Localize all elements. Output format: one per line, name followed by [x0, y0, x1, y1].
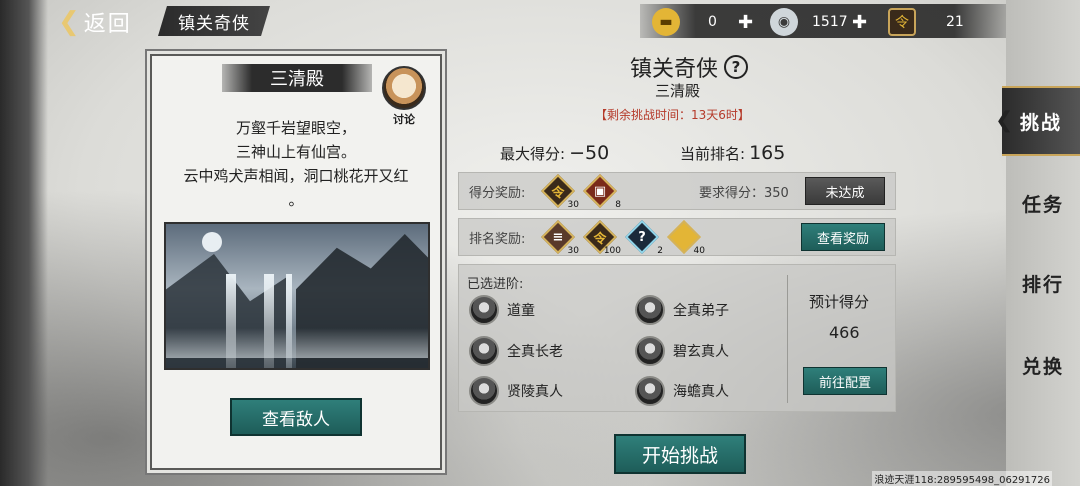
token-icon[interactable]: 令 30	[541, 174, 579, 210]
divider	[787, 275, 788, 403]
not-achieved-button[interactable]: 未达成	[805, 177, 885, 205]
tab-ranking[interactable]: 排行	[1006, 248, 1080, 318]
item-count: 8	[615, 200, 621, 210]
watermark: 浪迹天涯118:289595498_06291726	[872, 471, 1052, 486]
hero-portrait-icon	[635, 376, 665, 406]
silver-value: 1517	[812, 14, 848, 30]
mode-title: 镇关奇侠	[158, 6, 270, 36]
chevron-left-icon: ❮	[995, 108, 1014, 133]
hero-portrait-icon	[469, 376, 499, 406]
rank-reward-label: 排名奖励:	[469, 231, 526, 247]
item-count: 100	[603, 246, 621, 256]
left-edge-shadow	[0, 0, 48, 486]
tab-tasks[interactable]: 任务	[1006, 168, 1080, 238]
team-label: 已选进阶:	[467, 277, 524, 292]
start-challenge-button[interactable]: 开始挑战	[614, 434, 746, 474]
help-icon[interactable]: ?	[724, 55, 749, 79]
hero-name: 全真长老	[507, 344, 563, 360]
rank-value: 165	[749, 142, 786, 164]
hero-portrait-icon	[635, 295, 665, 325]
stage-scene-image	[164, 222, 430, 370]
poem-line: 三神山上有仙宫。	[235, 143, 356, 161]
event-title: 镇关奇侠	[630, 57, 719, 82]
resource-token: 令 21	[888, 8, 964, 36]
token-icon[interactable]: 令 100	[583, 220, 621, 256]
back-label: 返回	[83, 12, 132, 37]
score-reward-row: 得分奖励: 令 30 ▣ 8 要求得分：350 未达成	[458, 172, 896, 210]
hero-name: 海蟾真人	[673, 384, 729, 400]
stage-poem: 万壑千岩望眼空， 三神山上有仙宫。 云中鸡犬声相闻，洞口桃花开又红 。	[152, 116, 440, 212]
item-count: 2	[657, 246, 663, 256]
hero-item[interactable]: 道童	[469, 295, 535, 325]
rank-label: 当前排名:	[680, 145, 746, 163]
hero-portrait-icon	[469, 295, 499, 325]
hero-item[interactable]: 全真长老	[469, 336, 563, 366]
item-count: 40	[693, 246, 705, 256]
resource-gold: ▬ 0 ✚	[652, 8, 753, 36]
scroll-icon[interactable]: ≡ 30	[541, 220, 579, 256]
add-silver-icon[interactable]: ✚	[852, 12, 867, 33]
current-rank: 当前排名: 165	[680, 142, 785, 164]
item-count: 30	[567, 200, 579, 210]
hero-portrait-icon	[469, 336, 499, 366]
stage-title: 三清殿	[222, 64, 372, 92]
item-count: 30	[567, 246, 579, 256]
hero-item[interactable]: 海蟾真人	[635, 376, 729, 406]
tab-challenge[interactable]: 挑战	[1002, 86, 1080, 156]
gold-ingot-icon: ▬	[652, 8, 680, 36]
hero-name: 碧玄真人	[673, 344, 729, 360]
token-value: 21	[946, 14, 964, 30]
cat-avatar-icon	[382, 66, 426, 110]
hero-item[interactable]: 碧玄真人	[635, 336, 729, 366]
view-enemy-button[interactable]: 查看敌人	[230, 398, 362, 436]
go-config-button[interactable]: 前往配置	[803, 367, 887, 395]
moon-shape	[202, 232, 222, 252]
max-score-value: −50	[569, 142, 610, 164]
side-tab-strip: 挑战 任务 排行 兑换	[1002, 0, 1080, 486]
view-rewards-button[interactable]: 查看奖励	[801, 223, 885, 251]
hero-name: 道童	[507, 303, 535, 319]
chevron-left-icon: ❮	[58, 7, 80, 37]
hero-item[interactable]: 全真弟子	[635, 295, 729, 325]
mist-shape	[166, 328, 428, 358]
add-gold-icon[interactable]: ✚	[738, 12, 753, 33]
hero-portrait-icon	[635, 336, 665, 366]
hero-name: 贤陵真人	[507, 384, 563, 400]
hero-item[interactable]: 贤陵真人	[469, 376, 563, 406]
token-icon: 令	[888, 8, 916, 36]
gold-value: 0	[708, 14, 717, 30]
resource-bar: ▬ 0 ✚ ◉ 1517 ✚ 令 21	[640, 4, 1010, 38]
poem-line: 云中鸡犬声相闻，洞口桃花开又红	[183, 167, 409, 185]
hero-name: 全真弟子	[673, 303, 729, 319]
event-title-group: 镇关奇侠 ?	[630, 52, 749, 82]
rank-reward-row: 排名奖励: ≡ 30 令 100 ? 2 40 查看奖励	[458, 218, 896, 256]
chest-icon[interactable]: ▣ 8	[583, 174, 621, 210]
time-remaining: 【剩余挑战时间：13天6时】	[595, 108, 750, 122]
gold-ingot-icon[interactable]: 40	[667, 220, 705, 256]
poem-line: 万壑千岩望眼空，	[235, 119, 356, 137]
team-panel: 已选进阶: 道童 全真弟子 全真长老 碧玄真人 贤陵真人 海蟾真人 预计得分 4…	[458, 264, 896, 412]
max-score: 最大得分: −50	[500, 142, 609, 164]
resource-silver: ◉ 1517 ✚	[770, 8, 867, 36]
event-subtitle: 三清殿	[655, 82, 701, 100]
stage-card: 三清殿 讨论 万壑千岩望眼空， 三神山上有仙宫。 云中鸡犬声相闻，洞口桃花开又红…	[150, 54, 442, 470]
score-reward-label: 得分奖励:	[469, 185, 526, 201]
silver-ingot-icon: ◉	[770, 8, 798, 36]
max-score-label: 最大得分:	[500, 145, 566, 163]
estimate-value: 466	[829, 323, 860, 342]
required-score: 要求得分：350	[699, 185, 789, 201]
back-button[interactable]: ❮ 返回	[58, 6, 132, 38]
mystery-box-icon[interactable]: ? 2	[625, 220, 663, 256]
estimate-label: 预计得分	[809, 293, 870, 311]
tab-exchange[interactable]: 兑换	[1006, 330, 1080, 400]
poem-line: 。	[288, 191, 304, 209]
